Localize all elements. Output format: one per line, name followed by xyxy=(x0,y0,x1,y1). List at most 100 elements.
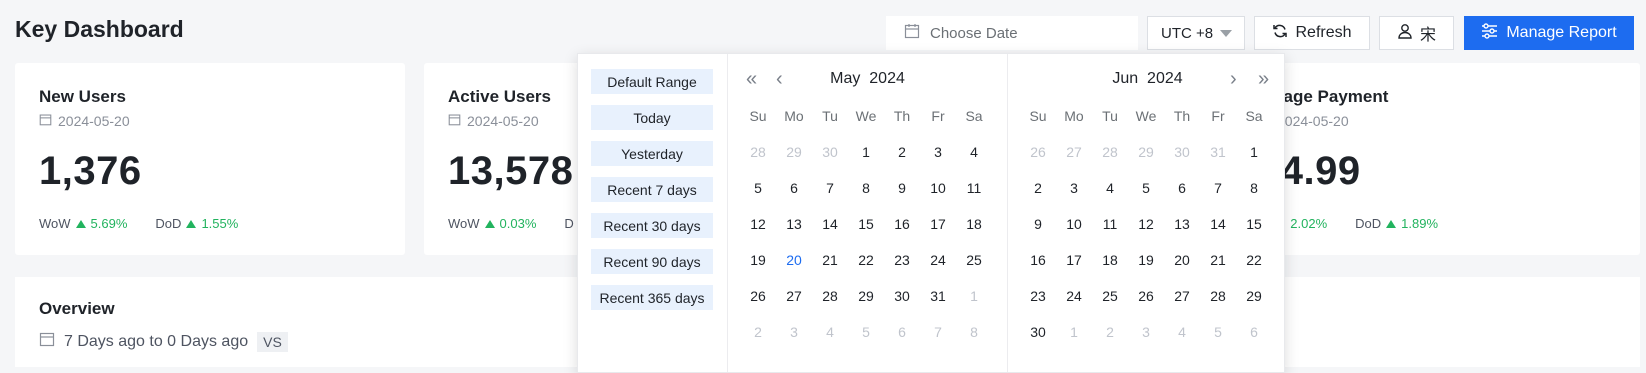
day-cell[interactable]: 9 xyxy=(1020,216,1056,232)
day-cell[interactable]: 17 xyxy=(1056,252,1092,268)
day-cell[interactable]: 4 xyxy=(812,324,848,340)
day-cell[interactable]: 3 xyxy=(1056,180,1092,196)
day-cell[interactable]: 13 xyxy=(1164,216,1200,232)
day-cell[interactable]: 27 xyxy=(776,288,812,304)
day-cell[interactable]: 3 xyxy=(776,324,812,340)
day-cell[interactable]: 29 xyxy=(1128,144,1164,160)
day-cell[interactable]: 23 xyxy=(1020,288,1056,304)
day-cell[interactable]: 30 xyxy=(884,288,920,304)
shortcut-yesterday[interactable]: Yesterday xyxy=(591,141,713,166)
day-cell[interactable]: 8 xyxy=(848,180,884,196)
day-cell[interactable]: 10 xyxy=(1056,216,1092,232)
day-cell[interactable]: 16 xyxy=(884,216,920,232)
day-cell[interactable]: 15 xyxy=(1236,216,1272,232)
shortcut-recent-7-days[interactable]: Recent 7 days xyxy=(591,177,713,202)
day-cell[interactable]: 1 xyxy=(1236,144,1272,160)
day-cell[interactable]: 28 xyxy=(1092,144,1128,160)
day-cell[interactable]: 5 xyxy=(1200,324,1236,340)
day-cell[interactable]: 5 xyxy=(1128,180,1164,196)
day-cell[interactable]: 2 xyxy=(1092,324,1128,340)
month-name[interactable]: May xyxy=(830,70,860,87)
day-cell[interactable]: 10 xyxy=(920,180,956,196)
timezone-select[interactable]: UTC +8 xyxy=(1147,16,1245,50)
day-cell[interactable]: 16 xyxy=(1020,252,1056,268)
day-cell[interactable]: 28 xyxy=(740,144,776,160)
day-cell[interactable]: 17 xyxy=(920,216,956,232)
month-name[interactable]: Jun xyxy=(1112,70,1138,87)
day-cell[interactable]: 11 xyxy=(1092,216,1128,232)
day-cell[interactable]: 5 xyxy=(848,324,884,340)
day-cell[interactable]: 6 xyxy=(884,324,920,340)
day-cell[interactable]: 22 xyxy=(848,252,884,268)
day-cell[interactable]: 6 xyxy=(1164,180,1200,196)
day-cell[interactable]: 26 xyxy=(740,288,776,304)
day-cell[interactable]: 4 xyxy=(1092,180,1128,196)
day-cell[interactable]: 26 xyxy=(1128,288,1164,304)
day-cell[interactable]: 27 xyxy=(1164,288,1200,304)
next-month-icon[interactable]: › xyxy=(1230,68,1237,90)
day-cell[interactable]: 3 xyxy=(1128,324,1164,340)
day-cell[interactable]: 20 xyxy=(776,252,812,268)
day-cell[interactable]: 11 xyxy=(956,180,992,196)
day-cell[interactable]: 19 xyxy=(740,252,776,268)
day-cell[interactable]: 14 xyxy=(1200,216,1236,232)
day-cell[interactable]: 21 xyxy=(812,252,848,268)
year-name[interactable]: 2024 xyxy=(869,70,905,87)
day-cell[interactable]: 1 xyxy=(956,288,992,304)
day-cell[interactable]: 30 xyxy=(1020,324,1056,340)
shortcut-today[interactable]: Today xyxy=(591,105,713,130)
day-cell[interactable]: 7 xyxy=(812,180,848,196)
day-cell[interactable]: 25 xyxy=(956,252,992,268)
day-cell[interactable]: 24 xyxy=(1056,288,1092,304)
day-cell[interactable]: 13 xyxy=(776,216,812,232)
day-cell[interactable]: 1 xyxy=(1056,324,1092,340)
day-cell[interactable]: 8 xyxy=(1236,180,1272,196)
day-cell[interactable]: 3 xyxy=(920,144,956,160)
day-cell[interactable]: 2 xyxy=(1020,180,1056,196)
shortcut-recent-365-days[interactable]: Recent 365 days xyxy=(591,285,713,310)
day-cell[interactable]: 14 xyxy=(812,216,848,232)
day-cell[interactable]: 2 xyxy=(740,324,776,340)
day-cell[interactable]: 23 xyxy=(884,252,920,268)
day-cell[interactable]: 5 xyxy=(740,180,776,196)
shortcut-recent-30-days[interactable]: Recent 30 days xyxy=(591,213,713,238)
day-cell[interactable]: 7 xyxy=(920,324,956,340)
day-cell[interactable]: 22 xyxy=(1236,252,1272,268)
day-cell[interactable]: 12 xyxy=(740,216,776,232)
manage-report-button[interactable]: Manage Report xyxy=(1464,16,1634,50)
day-cell[interactable]: 29 xyxy=(1236,288,1272,304)
day-cell[interactable]: 25 xyxy=(1092,288,1128,304)
day-cell[interactable]: 9 xyxy=(884,180,920,196)
day-cell[interactable]: 2 xyxy=(884,144,920,160)
day-cell[interactable]: 29 xyxy=(848,288,884,304)
day-cell[interactable]: 18 xyxy=(1092,252,1128,268)
next-year-icon[interactable]: » xyxy=(1258,68,1269,90)
shortcut-default-range[interactable]: Default Range xyxy=(591,69,713,94)
day-cell[interactable]: 21 xyxy=(1200,252,1236,268)
refresh-button[interactable]: Refresh xyxy=(1254,16,1370,50)
day-cell[interactable]: 7 xyxy=(1200,180,1236,196)
user-button[interactable]: 宋 xyxy=(1379,16,1454,50)
day-cell[interactable]: 6 xyxy=(776,180,812,196)
day-cell[interactable]: 15 xyxy=(848,216,884,232)
day-cell[interactable]: 28 xyxy=(812,288,848,304)
day-cell[interactable]: 6 xyxy=(1236,324,1272,340)
day-cell[interactable]: 20 xyxy=(1164,252,1200,268)
year-name[interactable]: 2024 xyxy=(1147,70,1183,87)
day-cell[interactable]: 26 xyxy=(1020,144,1056,160)
day-cell[interactable]: 4 xyxy=(1164,324,1200,340)
vs-badge[interactable]: VS xyxy=(257,331,288,352)
day-cell[interactable]: 31 xyxy=(920,288,956,304)
shortcut-recent-90-days[interactable]: Recent 90 days xyxy=(591,249,713,274)
day-cell[interactable]: 12 xyxy=(1128,216,1164,232)
day-cell[interactable]: 19 xyxy=(1128,252,1164,268)
day-cell[interactable]: 27 xyxy=(1056,144,1092,160)
day-cell[interactable]: 30 xyxy=(1164,144,1200,160)
day-cell[interactable]: 18 xyxy=(956,216,992,232)
day-cell[interactable]: 31 xyxy=(1200,144,1236,160)
day-cell[interactable]: 30 xyxy=(812,144,848,160)
day-cell[interactable]: 28 xyxy=(1200,288,1236,304)
day-cell[interactable]: 24 xyxy=(920,252,956,268)
day-cell[interactable]: 4 xyxy=(956,144,992,160)
day-cell[interactable]: 29 xyxy=(776,144,812,160)
